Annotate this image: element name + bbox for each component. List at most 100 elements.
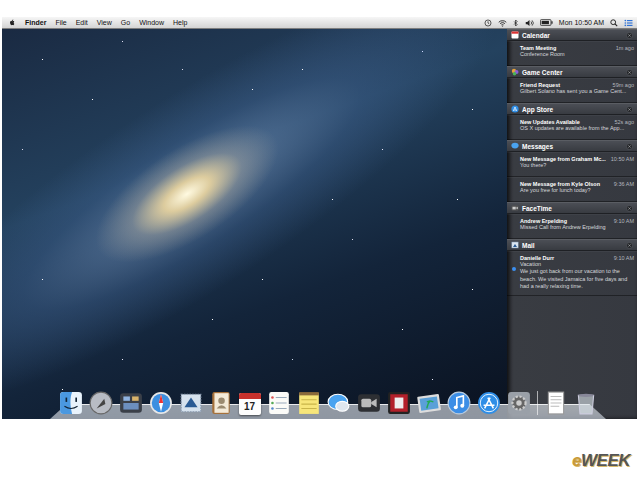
unread-column bbox=[511, 255, 517, 291]
menu-item[interactable]: Help bbox=[173, 19, 187, 26]
app-store-icon[interactable] bbox=[477, 391, 501, 415]
volume-icon[interactable] bbox=[525, 19, 534, 27]
messages-icon[interactable] bbox=[327, 391, 351, 415]
iphoto-icon[interactable] bbox=[417, 391, 441, 415]
itunes-icon[interactable] bbox=[447, 391, 471, 415]
notification-title-row: Team Meeting1m ago bbox=[520, 45, 634, 51]
menu-item[interactable]: Window bbox=[139, 19, 164, 26]
unread-dot bbox=[512, 168, 516, 172]
close-icon[interactable] bbox=[626, 106, 633, 113]
menu-item[interactable]: File bbox=[55, 19, 66, 26]
group-header: Game Center bbox=[507, 66, 637, 78]
notification-subject: Vacation bbox=[520, 261, 634, 268]
notification-item[interactable]: Team Meeting1m agoConference Room bbox=[507, 41, 637, 66]
notification-content: Andrew Erpelding9:10 AMMissed Call from … bbox=[520, 218, 634, 234]
notification-title-row: New Updates Available 52s ago bbox=[520, 119, 634, 125]
system-preferences-icon[interactable] bbox=[507, 391, 531, 415]
notification-item[interactable]: New Message from Graham Mc...10:50 AMYou… bbox=[507, 152, 637, 177]
notification-content: New Message from Graham Mc...10:50 AMYou… bbox=[520, 156, 634, 172]
menu-bar: Finder File Edit View Go Window Help Mon 10:50… bbox=[2, 17, 637, 29]
launchpad-icon[interactable] bbox=[89, 391, 113, 415]
preview-icon[interactable] bbox=[544, 391, 568, 415]
notification-title-row: Friend Request59m ago bbox=[520, 82, 634, 88]
mail-icon[interactable] bbox=[179, 391, 203, 415]
menu-item[interactable]: Edit bbox=[76, 19, 88, 26]
notification-time: 59m ago bbox=[613, 82, 634, 88]
notification-title-row: Danielle Durr9:10 AM bbox=[520, 255, 634, 261]
group-header: Mail bbox=[507, 239, 637, 251]
time-machine-icon[interactable] bbox=[484, 19, 492, 27]
notification-title-row: New Message from Graham Mc...10:50 AM bbox=[520, 156, 634, 162]
notification-item[interactable]: Danielle Durr9:10 AMVacationWe just got … bbox=[507, 251, 637, 296]
unread-dot bbox=[512, 230, 516, 234]
finder-icon[interactable] bbox=[59, 391, 83, 415]
wifi-icon[interactable] bbox=[498, 19, 507, 27]
desktop bbox=[2, 29, 507, 419]
photo-booth-icon[interactable] bbox=[387, 391, 411, 415]
notification-content: Team Meeting1m agoConference Room bbox=[520, 45, 634, 61]
close-icon[interactable] bbox=[626, 143, 633, 150]
unread-dot bbox=[512, 94, 516, 98]
close-icon[interactable] bbox=[626, 32, 633, 39]
notification-body: Conference Room bbox=[520, 51, 634, 58]
group-title: Game Center bbox=[522, 69, 623, 76]
unread-column bbox=[511, 218, 517, 234]
app-store-icon bbox=[511, 105, 519, 113]
status-area: Mon 10:50 AM bbox=[484, 19, 633, 27]
notes-icon[interactable] bbox=[297, 391, 321, 415]
notification-time: 10:50 AM bbox=[611, 156, 634, 162]
group-title: Mail bbox=[522, 242, 623, 249]
clock[interactable]: Mon 10:50 AM bbox=[559, 19, 604, 26]
reminders-icon[interactable] bbox=[267, 391, 291, 415]
trash-icon[interactable] bbox=[574, 391, 598, 415]
notification-group: Game Center Friend Request59m agoGilbert … bbox=[507, 66, 637, 103]
close-icon[interactable] bbox=[626, 242, 633, 249]
unread-column bbox=[511, 82, 517, 98]
calendar-date: 17 bbox=[239, 399, 261, 415]
menu-item[interactable]: Go bbox=[121, 19, 130, 26]
unread-column bbox=[511, 119, 517, 135]
notification-group: App Store New Updates Available 52s agoOS … bbox=[507, 103, 637, 140]
contacts-icon[interactable] bbox=[209, 391, 233, 415]
notification-title: New Updates Available bbox=[520, 119, 580, 125]
safari-icon[interactable] bbox=[149, 391, 173, 415]
galaxy-band bbox=[2, 29, 507, 419]
notification-body: OS X updates are available from the App.… bbox=[520, 125, 634, 132]
notification-center-icon[interactable] bbox=[624, 19, 633, 27]
notification-item[interactable]: Friend Request59m agoGilbert Solano has … bbox=[507, 78, 637, 103]
unread-column bbox=[511, 156, 517, 172]
notification-content: Danielle Durr9:10 AMVacationWe just got … bbox=[520, 255, 634, 291]
dock-icons: 17 bbox=[50, 391, 606, 415]
bluetooth-icon[interactable] bbox=[513, 19, 519, 27]
spotlight-icon[interactable] bbox=[610, 19, 618, 27]
notification-item[interactable]: New Updates Available 52s agoOS X updates… bbox=[507, 115, 637, 140]
screen: Finder File Edit View Go Window Help Mon 10:50… bbox=[2, 17, 637, 419]
close-icon[interactable] bbox=[626, 205, 633, 212]
mission-control-icon[interactable] bbox=[119, 391, 143, 415]
group-title: FaceTime bbox=[522, 205, 623, 212]
notification-time: 9:10 AM bbox=[614, 255, 634, 261]
notification-body: Are you free for lunch today? bbox=[520, 187, 634, 194]
calendar-icon[interactable]: 17 bbox=[239, 393, 261, 415]
notification-time: 52s ago bbox=[614, 119, 634, 125]
group-header: Calendar bbox=[507, 29, 637, 41]
menu-item[interactable]: View bbox=[97, 19, 112, 26]
notification-item[interactable]: New Message from Kyle Olson9:36 AMAre yo… bbox=[507, 177, 637, 202]
app-menu[interactable]: Finder bbox=[25, 19, 46, 26]
facetime-icon[interactable] bbox=[357, 391, 381, 415]
group-title: Calendar bbox=[522, 32, 623, 39]
battery-icon[interactable] bbox=[540, 19, 553, 26]
notification-group: Messages New Message from Graham Mc...10:… bbox=[507, 140, 637, 202]
notification-time: 1m ago bbox=[616, 45, 634, 51]
group-header: Messages bbox=[507, 140, 637, 152]
unread-dot bbox=[512, 57, 516, 61]
notification-center: Calendar Team Meeting1m agoConference Roo… bbox=[507, 29, 637, 419]
game-center-icon bbox=[511, 68, 519, 76]
group-title: Messages bbox=[522, 143, 623, 150]
notification-content: Friend Request59m agoGilbert Solano has … bbox=[520, 82, 634, 98]
unread-column bbox=[511, 45, 517, 61]
close-icon[interactable] bbox=[626, 69, 633, 76]
apple-icon[interactable] bbox=[8, 18, 16, 27]
group-header: App Store bbox=[507, 103, 637, 115]
notification-item[interactable]: Andrew Erpelding9:10 AMMissed Call from … bbox=[507, 214, 637, 239]
